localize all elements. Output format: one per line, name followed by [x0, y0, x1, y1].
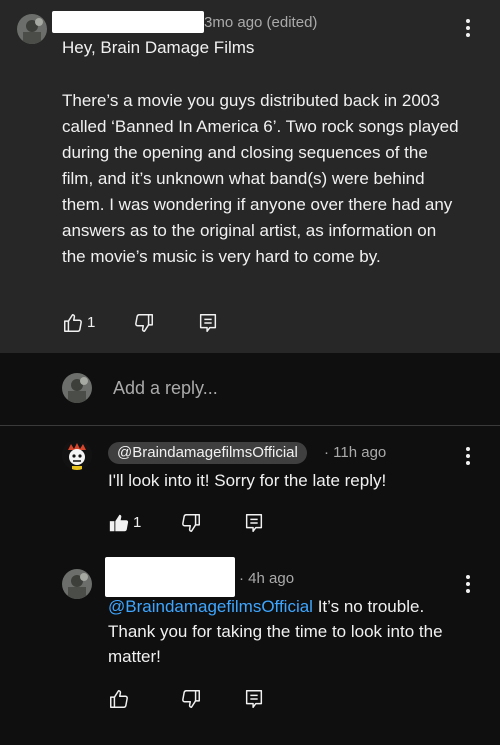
thumb-up-icon [110, 690, 128, 708]
reply-button[interactable] [243, 512, 265, 534]
redacted-username [105, 557, 235, 597]
like-button[interactable] [108, 512, 130, 534]
reply-button[interactable] [243, 688, 265, 710]
thumb-down-icon [182, 514, 200, 532]
more-options-icon[interactable] [461, 16, 475, 40]
like-count: 1 [87, 314, 96, 331]
like-button[interactable] [108, 688, 130, 710]
divider [0, 425, 500, 426]
dislike-button[interactable] [180, 512, 202, 534]
comment-reply-icon [199, 314, 217, 332]
more-options-icon[interactable] [461, 572, 475, 596]
dislike-button[interactable] [180, 688, 202, 710]
reply-body: @BraindamagefilmsOfficial It’s no troubl… [108, 594, 468, 669]
thumb-down-icon [135, 314, 153, 332]
like-button[interactable] [62, 312, 84, 334]
reply-button[interactable] [197, 312, 219, 334]
top-comment: 3mo ago (edited) Hey, Brain Damage Films… [0, 0, 500, 353]
redacted-username [52, 11, 204, 33]
reply-time: · 4h ago [239, 570, 295, 587]
thumb-up-icon [64, 314, 82, 332]
commenter-avatar[interactable] [62, 569, 92, 599]
author-chip[interactable]: @BraindamagefilmsOfficial [108, 442, 307, 464]
comment-greeting: Hey, Brain Damage Films [62, 38, 255, 57]
mention-link[interactable]: @BraindamagefilmsOfficial [108, 597, 313, 616]
comment-reply-icon [245, 514, 263, 532]
reply-time: · 11h ago [324, 444, 387, 461]
dislike-button[interactable] [133, 312, 155, 334]
add-reply-input[interactable]: Add a reply... [113, 378, 218, 399]
reply-body: I'll look into it! Sorry for the late re… [108, 471, 387, 490]
thumb-up-filled-icon [109, 514, 129, 532]
commenter-avatar[interactable] [17, 14, 47, 44]
comment-reply-icon [245, 690, 263, 708]
my-avatar[interactable] [62, 373, 92, 403]
like-count: 1 [133, 514, 142, 531]
channel-avatar[interactable] [62, 440, 92, 470]
comment-body: There’s a movie you guys distributed bac… [62, 91, 459, 266]
comment-time: 3mo ago (edited) [204, 14, 318, 31]
thumb-down-icon [182, 690, 200, 708]
more-options-icon[interactable] [461, 444, 475, 468]
